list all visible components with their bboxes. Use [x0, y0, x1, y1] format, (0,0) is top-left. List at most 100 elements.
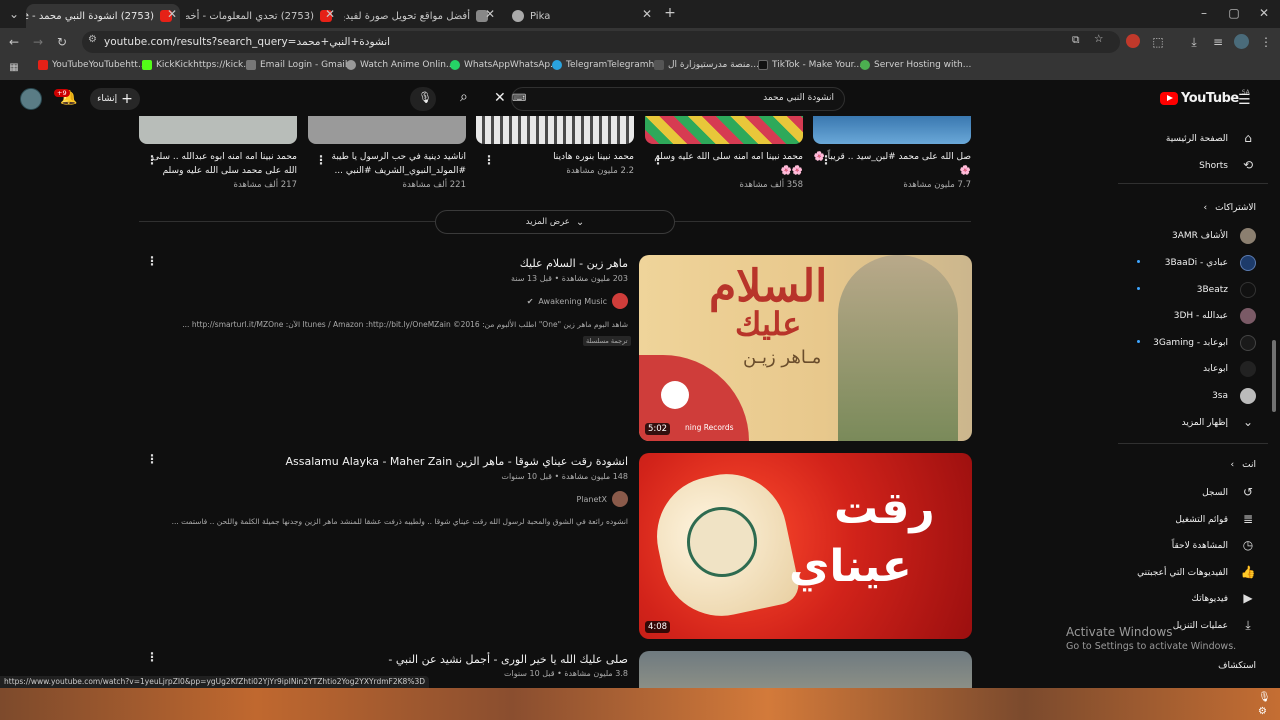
close-window-icon[interactable]: ✕: [1256, 5, 1272, 21]
address-input[interactable]: ⚙ youtube.com/results?search_query=انشود…: [82, 31, 1120, 53]
keyboard-icon[interactable]: ⌨: [512, 93, 526, 104]
maximize-icon[interactable]: ▢: [1226, 5, 1242, 21]
short-title[interactable]: صل الله على محمد #لبن_سيد .. قريباً 🌸🌸: [813, 150, 971, 178]
channel-link[interactable]: PlanetX: [576, 491, 628, 507]
you-header[interactable]: انت ›: [1231, 460, 1256, 470]
video-thumbnail[interactable]: [639, 651, 972, 688]
close-tab-icon[interactable]: ✕: [639, 6, 655, 22]
close-tab-icon[interactable]: ✕: [482, 6, 498, 22]
bookmark-gmail[interactable]: Email Login - Gmail...: [246, 60, 356, 70]
close-tab-icon[interactable]: ✕: [322, 6, 338, 22]
short-thumbnail[interactable]: [645, 116, 803, 144]
close-tab-icon[interactable]: ✕: [164, 6, 180, 22]
subscriptions-header[interactable]: الاشتراكات ›: [1204, 203, 1256, 213]
sidebar-item-your-videos[interactable]: ▶ فيديوهاتك: [1192, 591, 1256, 607]
sidebar-item-playlists[interactable]: ≣ قوائم التشغيل: [1175, 512, 1256, 528]
channel-avatar: [1240, 335, 1256, 351]
short-title[interactable]: محمد نبينا امه امنه سلى الله عليه وسلم 🌸…: [645, 150, 803, 178]
sidebar-subscription[interactable]: الأشاف 3AMR: [1172, 228, 1256, 244]
tab-pika[interactable]: Pika: [504, 4, 654, 28]
browser-tab-bar: ⌄ (2753) انشودة النبي محمد - YouTube ✕ (…: [0, 0, 1280, 28]
short-thumbnail[interactable]: [139, 116, 297, 144]
create-button[interactable]: إنشاء +: [90, 88, 140, 110]
sidebar-subscription[interactable]: عبادي - 3BaaDi: [1165, 255, 1256, 271]
back-icon[interactable]: ←: [6, 34, 22, 50]
minimize-icon[interactable]: –: [1196, 5, 1212, 21]
reload-icon[interactable]: ↻: [54, 34, 70, 50]
short-thumbnail[interactable]: [813, 116, 971, 144]
media-control-icon[interactable]: ≡: [1210, 34, 1226, 50]
more-options-icon[interactable]: ⋮: [146, 254, 158, 268]
sidebar-item-watch-later[interactable]: ◷ المشاهدة لاحقاً: [1172, 538, 1256, 554]
short-title[interactable]: اناشيد دينية في حب الرسول يا طيبة #المول…: [308, 150, 466, 178]
more-options-icon[interactable]: ⋮: [820, 153, 832, 167]
sidebar-subscription[interactable]: ابوعابد: [1203, 361, 1256, 377]
channel-avatar: [612, 491, 628, 507]
more-options-icon[interactable]: ⋮: [315, 153, 327, 167]
site-info-icon[interactable]: ⚙: [88, 34, 97, 45]
sidebar-subscription[interactable]: 3sa: [1212, 388, 1256, 404]
more-options-icon[interactable]: ⋮: [146, 650, 158, 664]
apps-grid-icon[interactable]: ▦: [6, 60, 22, 76]
bookmark-telegram[interactable]: TelegramTelegramh...: [552, 60, 663, 70]
tab-search-icon[interactable]: ⌄: [6, 6, 22, 22]
sidebar-item-history[interactable]: ↺ السجل: [1202, 485, 1256, 501]
show-more-button[interactable]: عرض المزيد ⌄: [435, 210, 675, 234]
clear-search-icon[interactable]: ✕: [494, 90, 506, 106]
bookmark-server-hosting[interactable]: Server Hosting with...: [860, 60, 971, 70]
more-options-icon[interactable]: ⋮: [146, 452, 158, 466]
search-input[interactable]: انشودة النبي محمد: [511, 87, 845, 111]
sidebar-divider: [1118, 443, 1268, 444]
more-options-icon[interactable]: ⋮: [483, 153, 495, 167]
tab-info-challenge[interactable]: (2753) تحدي المعلومات - أخطر: [186, 4, 340, 28]
bookmark-madrasati[interactable]: منصة مدرستيوزارة ال...: [654, 60, 759, 70]
youtube-logo[interactable]: YouTube SA: [1160, 89, 1250, 106]
video-title[interactable]: ماهر زين - السلام عليك: [520, 257, 628, 270]
bookmark-whatsapp[interactable]: WhatsAppWhatsAp...: [450, 60, 559, 70]
short-title[interactable]: محمد نبينا امه امنه ابوه عبدالله .. سلى …: [139, 150, 297, 178]
microphone-icon[interactable]: 🎙: [1258, 692, 1271, 703]
tab-image-to-video[interactable]: أفضل مواقع تحويل صورة لفيديو: [344, 4, 496, 28]
forward-icon[interactable]: →: [30, 34, 46, 50]
sidebar-subscription[interactable]: ابوعابد - 3Gaming: [1153, 335, 1256, 351]
extension-icon[interactable]: [1126, 34, 1140, 48]
video-thumbnail[interactable]: السلام عليك مـاهر زيـن ning Records 5:02: [639, 255, 972, 441]
install-icon[interactable]: ⧉: [1072, 34, 1080, 47]
sidebar-show-more[interactable]: ⌄ إظهار المزيد: [1182, 415, 1256, 431]
extensions-puzzle-icon[interactable]: ⬚: [1150, 34, 1166, 50]
bookmark-tiktok[interactable]: TikTok - Make Your...: [758, 60, 862, 70]
bookmark-anime[interactable]: Watch Anime Onlin...: [346, 60, 454, 70]
sidebar-subscription[interactable]: عبدالله - 3DH: [1174, 308, 1256, 324]
page-icon: [246, 60, 256, 70]
search-button[interactable]: ⌕: [452, 87, 486, 111]
video-title[interactable]: صلى عليك الله يا خير الورى - أجمل نشيد ع…: [388, 653, 628, 666]
bookmark-kick[interactable]: KickKickhttps://kick....: [142, 60, 255, 70]
video-thumbnail[interactable]: رقت عيناي 4:08: [639, 453, 972, 639]
channel-avatar: [1240, 308, 1256, 324]
sidebar-subscription[interactable]: 3Beatz: [1197, 282, 1256, 298]
sidebar-item-home[interactable]: ⌂ الصفحة الرئيسية: [1166, 131, 1256, 147]
download-icon[interactable]: ⤓: [1186, 34, 1202, 50]
profile-avatar[interactable]: [1234, 34, 1249, 49]
sidebar-item-liked-videos[interactable]: 👍 الفيديوهات التي أعجبتني: [1137, 565, 1256, 581]
more-options-icon[interactable]: ⋮: [652, 153, 664, 167]
sidebar-item-shorts[interactable]: ⟲ Shorts: [1199, 158, 1256, 174]
browser-menu-icon[interactable]: ⋮: [1258, 34, 1274, 50]
chevron-right-icon: ›: [1203, 203, 1208, 213]
short-thumbnail[interactable]: [308, 116, 466, 144]
bookmark-youtube[interactable]: YouTubeYouTubehtt...: [38, 60, 147, 70]
channel-link[interactable]: Awakening Music ✔: [527, 293, 628, 309]
tab-youtube-search[interactable]: (2753) انشودة النبي محمد - YouTube: [26, 4, 180, 28]
voice-search-button[interactable]: 🎙: [410, 87, 436, 111]
more-options-icon[interactable]: ⋮: [146, 153, 158, 167]
settings-icon[interactable]: ⚙: [1258, 706, 1267, 717]
sidebar-scrollbar[interactable]: [1272, 340, 1276, 412]
account-avatar[interactable]: [20, 88, 42, 110]
short-title[interactable]: محمد نبينا بنوره هادينا: [476, 150, 634, 164]
clock-icon: ◷: [1242, 538, 1254, 552]
new-tab-icon[interactable]: +: [662, 5, 678, 21]
video-title[interactable]: انشودة رقت عيناي شوقا - ماهر الزين Assal…: [285, 455, 628, 468]
short-thumbnail[interactable]: [476, 116, 634, 144]
channel-avatar: [1240, 282, 1256, 298]
bookmark-star-icon[interactable]: ☆: [1094, 33, 1103, 45]
